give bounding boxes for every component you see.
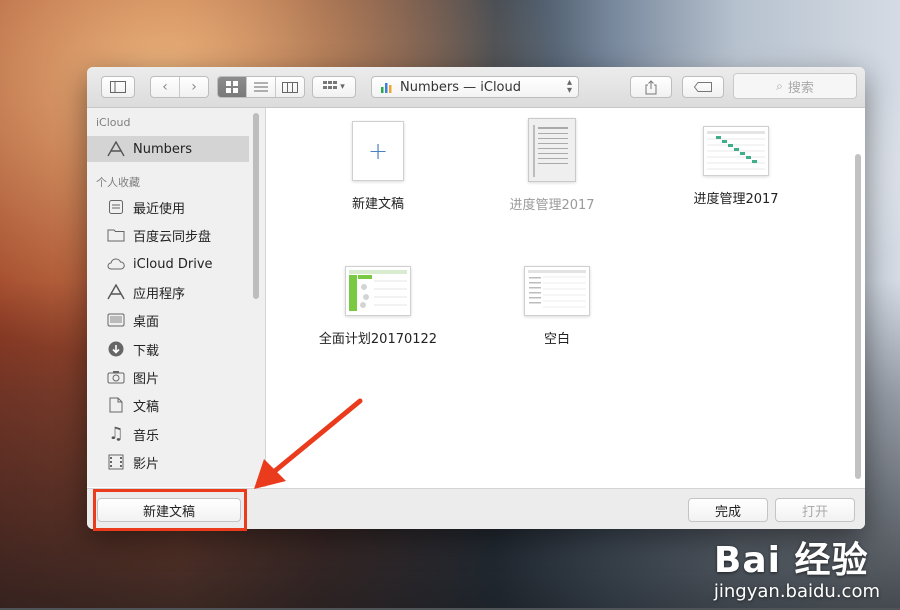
search-icon: ⌕	[776, 78, 783, 93]
sidebar-item-icloud-drive[interactable]: iCloud Drive	[87, 251, 249, 277]
back-forward-control: ‹ ›	[150, 76, 209, 98]
file-item-blank[interactable]: 空白	[482, 266, 632, 347]
sidebar-item-label: 影片	[133, 456, 160, 472]
grid-icon	[226, 81, 238, 93]
sidebar-item-pictures[interactable]: 图片	[87, 364, 249, 390]
annotation-arrow-icon	[254, 398, 363, 489]
sidebar-item-applications[interactable]: 应用程序	[87, 279, 249, 305]
spreadsheet-thumbnail	[524, 266, 590, 316]
location-popup[interactable]: Numbers — iCloud ▴ ▾	[371, 76, 579, 98]
sidebar-item-label: 应用程序	[133, 286, 186, 302]
open-button[interactable]: 打开	[775, 498, 855, 522]
spreadsheet-thumbnail	[703, 126, 769, 176]
camera-icon	[105, 367, 127, 387]
dialog-toolbar: ‹ › ▾ Numbers — iCloud ▴ ▾ ⌕ 搜索	[87, 67, 865, 108]
sidebar-item-baidu-sync[interactable]: 百度云同步盘	[87, 222, 249, 248]
file-label: 空白	[543, 332, 570, 347]
sidebar-group-icloud: iCloud	[96, 116, 131, 129]
desktop-icon	[105, 310, 127, 330]
sidebar-item-numbers[interactable]: Numbers	[87, 136, 249, 162]
columns-icon	[282, 81, 298, 93]
sidebar-group-favorites: 个人收藏	[96, 176, 140, 189]
chevron-right-icon: ›	[191, 79, 197, 95]
plus-icon: +	[352, 121, 404, 181]
file-item-plan-20170122[interactable]: 全面计划20170122	[303, 266, 453, 347]
folder-icon	[105, 225, 127, 245]
sidebar-item-label: Numbers	[133, 141, 192, 157]
baidu-jingyan-watermark: Bai 经验 jingyan.baidu.com	[713, 540, 880, 603]
sidebar-icon	[110, 81, 126, 93]
forward-button[interactable]: ›	[180, 77, 208, 97]
sidebar-item-label: 百度云同步盘	[133, 229, 212, 245]
recent-icon	[105, 197, 127, 217]
sidebar: iCloud Numbers 个人收藏 最近使用 百度云同步盘 iCloud D…	[87, 108, 266, 487]
sidebar-item-label: 下载	[133, 343, 160, 359]
sidebar-item-label: 文稿	[133, 399, 160, 415]
list-view-button[interactable]	[247, 77, 276, 97]
icon-view-button[interactable]	[218, 77, 247, 97]
arrange-button[interactable]: ▾	[312, 76, 356, 98]
file-label: 进度管理2017	[693, 192, 779, 207]
sidebar-item-label: iCloud Drive	[133, 256, 213, 272]
location-label: Numbers — iCloud	[400, 79, 522, 95]
view-mode-control	[217, 76, 305, 98]
sidebar-item-desktop[interactable]: 桌面	[87, 307, 249, 333]
sidebar-item-documents[interactable]: 文稿	[87, 392, 249, 418]
music-note-icon: ♫	[108, 424, 124, 444]
cloud-icon	[105, 254, 127, 274]
document-icon	[105, 395, 127, 415]
file-label: 进度管理2017	[509, 198, 595, 213]
arrange-grid-icon	[323, 81, 338, 89]
search-field[interactable]: ⌕ 搜索	[733, 73, 857, 99]
download-icon	[105, 339, 127, 359]
numbers-open-dialog: ‹ › ▾ Numbers — iCloud ▴ ▾ ⌕ 搜索 iCloud N…	[87, 67, 865, 529]
sidebar-item-movies[interactable]: 影片	[87, 449, 249, 475]
tag-icon	[694, 82, 712, 92]
sidebar-item-label: 音乐	[133, 428, 160, 444]
chevron-down-icon: ▾	[340, 82, 345, 92]
updown-chevron-icon: ▴ ▾	[566, 77, 572, 96]
list-icon	[254, 82, 268, 92]
share-icon	[645, 79, 657, 94]
sidebar-item-label: 桌面	[133, 314, 160, 330]
sidebar-toggle-button[interactable]	[101, 76, 135, 98]
sidebar-item-label: 图片	[133, 371, 160, 387]
file-item-progress-2017-b[interactable]: 进度管理2017	[661, 126, 811, 207]
film-icon	[105, 452, 127, 472]
spreadsheet-thumbnail	[345, 266, 411, 316]
numbers-app-icon	[381, 83, 392, 93]
watermark-brand: Bai 经验	[713, 540, 869, 581]
file-label: 全面计划20170122	[318, 332, 438, 347]
sidebar-item-recent[interactable]: 最近使用	[87, 194, 249, 220]
file-label: 新建文稿	[351, 197, 404, 212]
annotation-highlight-box	[93, 489, 247, 531]
watermark-url: jingyan.baidu.com	[713, 581, 880, 602]
applications-icon	[105, 282, 127, 302]
column-view-button[interactable]	[276, 77, 304, 97]
tag-button[interactable]	[682, 76, 724, 98]
sidebar-item-music[interactable]: ♫ 音乐	[87, 421, 249, 447]
share-button[interactable]	[630, 76, 672, 98]
back-button[interactable]: ‹	[151, 77, 180, 97]
search-placeholder: 搜索	[787, 80, 814, 96]
content-scrollbar[interactable]	[855, 154, 861, 479]
spreadsheet-thumbnail	[528, 118, 576, 182]
sidebar-item-label: 最近使用	[133, 201, 186, 217]
sidebar-scrollbar[interactable]	[253, 113, 259, 299]
file-item-progress-2017-a[interactable]: 进度管理2017	[477, 118, 627, 213]
done-button[interactable]: 完成	[688, 498, 768, 522]
file-item-new-document[interactable]: + 新建文稿	[303, 121, 453, 212]
sidebar-item-downloads[interactable]: 下载	[87, 336, 249, 362]
chevron-left-icon: ‹	[162, 79, 168, 95]
numbers-app-icon	[105, 139, 127, 159]
